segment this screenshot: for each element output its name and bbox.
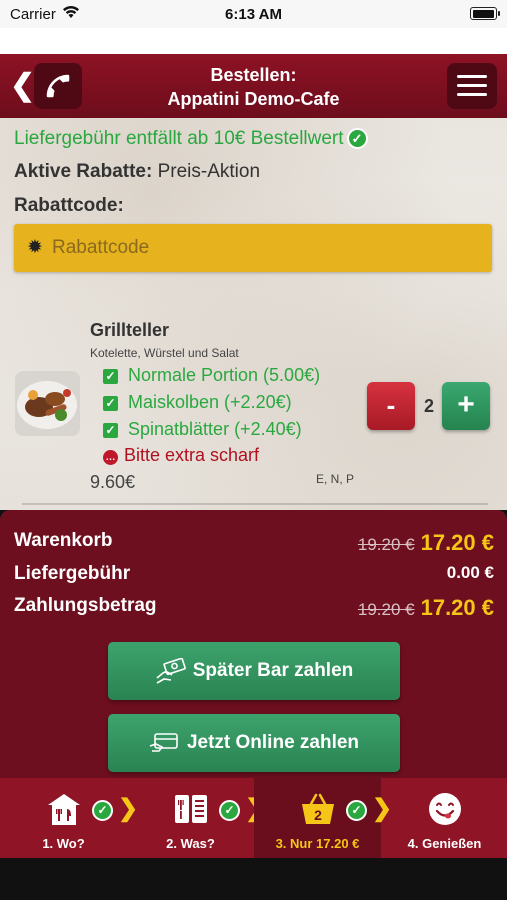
total-row: Zahlungsbetrag 19.20 € 17.20 € xyxy=(14,595,494,621)
item-description: Kotelette, Würstel und Salat xyxy=(90,346,239,360)
checkmark-icon: ✓ xyxy=(346,800,367,821)
checkbox-icon: ✓ xyxy=(103,396,118,411)
step-where[interactable]: ✓ ❯ 1. Wo? xyxy=(0,778,138,858)
page-title: Bestellen: Appatini Demo-Cafe xyxy=(120,63,387,111)
checkbox-icon: ✓ xyxy=(103,423,118,438)
code-label: Rabattcode: xyxy=(14,195,124,216)
checkmark-icon: ✓ xyxy=(346,128,368,150)
step-what[interactable]: ✓ ❯ 2. Was? xyxy=(127,778,265,858)
cart-row: Warenkorb 19.20 € 17.20 € xyxy=(14,530,494,556)
home-area xyxy=(0,858,507,900)
back-chevron-icon[interactable]: ❮ xyxy=(10,68,35,103)
basket-count: 2 xyxy=(314,807,322,823)
active-discounts: Aktive Rabatte: Preis-Aktion xyxy=(14,161,260,183)
option-spinach: ✓ Spinatblätter (+2.40€) xyxy=(103,419,302,440)
step-label: 1. Wo? xyxy=(42,836,85,851)
step-navigation: ✓ ❯ 1. Wo? ✓ ❯ 2. Was? 2 ✓ ❯ 3. Nur 17.2… xyxy=(0,778,507,858)
order-content: Liefergebühr entfällt ab 10€ Bestellwert… xyxy=(0,118,507,510)
discount-code-field[interactable]: ✹ xyxy=(14,224,492,272)
status-bar: Carrier 6:13 AM xyxy=(0,0,507,28)
clock: 6:13 AM xyxy=(225,6,282,23)
step-label: 4. Genießen xyxy=(407,836,482,851)
pay-online-label: Jetzt Online zahlen xyxy=(186,732,360,753)
step-label: 3. Nur 17.20 € xyxy=(275,836,360,851)
comment-icon: … xyxy=(103,450,118,465)
menu-bar-icon xyxy=(457,75,487,78)
basket-icon: 2 xyxy=(302,793,334,824)
item-name: Grillteller xyxy=(90,320,170,340)
order-summary: Warenkorb 19.20 € 17.20 € Liefergebühr 0.… xyxy=(0,510,507,778)
hamburger-menu-button[interactable] xyxy=(447,63,497,109)
decrease-quantity-button[interactable]: - xyxy=(367,382,415,430)
status-gap xyxy=(0,28,507,54)
menu-bar-icon xyxy=(457,84,487,87)
cart-label: Warenkorb xyxy=(14,530,113,551)
checkbox-icon: ✓ xyxy=(103,369,118,384)
menu-bar-icon xyxy=(457,93,487,96)
cash-icon xyxy=(156,658,186,684)
fee-value: 0.00 € xyxy=(446,563,494,582)
fee-row: Liefergebühr 0.00 € xyxy=(14,563,494,589)
step-label: 2. Was? xyxy=(166,836,215,851)
cart-new-price: 17.20 € xyxy=(420,530,494,555)
total-old-price: 19.20 € xyxy=(357,600,415,619)
step-pay[interactable]: 2 ✓ ❯ 3. Nur 17.20 € xyxy=(254,778,392,858)
battery-icon xyxy=(470,7,500,20)
restaurant-icon xyxy=(48,794,80,825)
note-text: Bitte extra scharf xyxy=(124,445,260,465)
pay-cash-later-button[interactable]: Später Bar zahlen xyxy=(108,642,400,700)
allergen-codes: E, N, P xyxy=(316,472,355,486)
checkmark-icon: ✓ xyxy=(219,800,240,821)
menu-book-icon xyxy=(175,795,207,823)
app-header: ❮ Bestellen: Appatini Demo-Cafe xyxy=(0,54,507,118)
cart-old-price: 19.20 € xyxy=(357,535,415,554)
fee-label: Liefergebühr xyxy=(14,563,131,584)
title-line-2: Appatini Demo-Cafe xyxy=(167,89,340,109)
smiley-icon xyxy=(429,793,461,825)
title-line-1: Bestellen: xyxy=(210,65,297,85)
discount-label: Aktive Rabatte: xyxy=(14,161,153,182)
phone-icon xyxy=(46,74,70,98)
phone-button[interactable] xyxy=(34,63,82,109)
option-label: Normale Portion (5.00€) xyxy=(128,365,321,385)
discount-value: Preis-Aktion xyxy=(157,161,261,182)
divider xyxy=(22,503,488,505)
step-enjoy[interactable]: 4. Genießen xyxy=(381,778,507,858)
option-portion: ✓ Normale Portion (5.00€) xyxy=(103,365,320,386)
card-icon xyxy=(149,733,178,752)
checkmark-icon: ✓ xyxy=(92,800,113,821)
pay-online-now-button[interactable]: Jetzt Online zahlen xyxy=(108,714,400,772)
item-photo xyxy=(15,371,80,436)
badge-icon: ✹ xyxy=(27,237,43,258)
increase-quantity-button[interactable]: + xyxy=(442,382,490,430)
option-label: Spinatblätter (+2.40€) xyxy=(128,419,302,439)
option-corn: ✓ Maiskolben (+2.20€) xyxy=(103,392,292,413)
pay-cash-label: Später Bar zahlen xyxy=(192,660,354,681)
fee-notice: Liefergebühr entfällt ab 10€ Bestellwert… xyxy=(14,128,368,150)
item-note: … Bitte extra scharf xyxy=(103,445,259,466)
quantity-value: 2 xyxy=(423,396,434,416)
total-new-price: 17.20 € xyxy=(420,595,494,620)
total-label: Zahlungsbetrag xyxy=(14,595,157,616)
item-price: 9.60€ xyxy=(90,472,136,492)
discount-code-input[interactable] xyxy=(52,224,482,272)
option-label: Maiskolben (+2.20€) xyxy=(128,392,292,412)
fee-notice-text: Liefergebühr entfällt ab 10€ Bestellwert xyxy=(14,128,344,149)
